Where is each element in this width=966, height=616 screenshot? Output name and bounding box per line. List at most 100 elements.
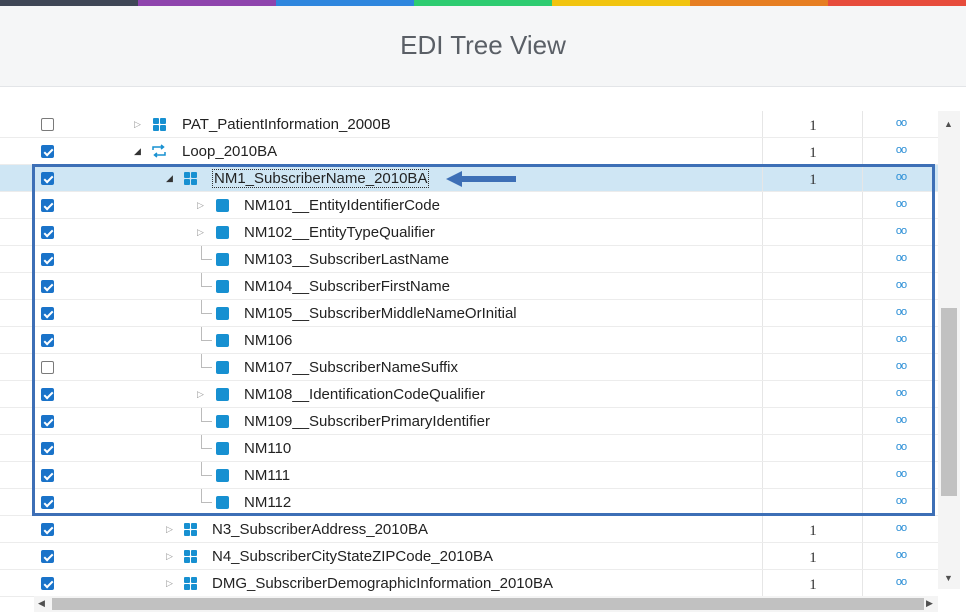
link-icon[interactable]: oo [862, 327, 938, 353]
expand-arrow-icon[interactable]: ▷ [166, 522, 173, 536]
link-icon[interactable]: oo [862, 246, 938, 272]
expand-arrow-icon[interactable]: ▷ [134, 117, 141, 131]
tree-row[interactable]: ▷ PAT_PatientInformation_2000B 1 oo [0, 111, 938, 138]
row-checkbox[interactable] [41, 172, 54, 185]
row-checkbox[interactable] [41, 253, 54, 266]
row-checkbox[interactable] [41, 388, 54, 401]
row-checkbox[interactable] [41, 307, 54, 320]
row-label: NM1_SubscriberName_2010BA [212, 169, 430, 188]
row-checkbox[interactable] [41, 226, 54, 239]
row-checkbox[interactable] [41, 577, 54, 590]
link-icon[interactable]: oo [862, 138, 938, 164]
tree-row[interactable]: NM111 oo [0, 462, 938, 489]
tree-row[interactable]: ▷ NM108__IdentificationCodeQualifier oo [0, 381, 938, 408]
segment-grid-icon [184, 550, 197, 563]
element-square-icon [216, 496, 229, 509]
row-checkbox[interactable] [41, 334, 54, 347]
row-checkbox[interactable] [41, 496, 54, 509]
link-icon[interactable]: oo [862, 300, 938, 326]
tree-row[interactable]: NM109__SubscriberPrimaryIdentifier oo [0, 408, 938, 435]
link-icon[interactable]: oo [862, 192, 938, 218]
page-title: EDI Tree View [400, 30, 566, 60]
tree-row[interactable]: ▷ N3_SubscriberAddress_2010BA 1 oo [0, 516, 938, 543]
link-icon[interactable]: oo [862, 273, 938, 299]
tree-row[interactable]: ▷ NM102__EntityTypeQualifier oo [0, 219, 938, 246]
tree-row[interactable]: ▷ NM101__EntityIdentifierCode oo [0, 192, 938, 219]
link-icon[interactable]: oo [862, 570, 938, 596]
row-checkbox[interactable] [41, 118, 54, 131]
expand-arrow-icon[interactable]: ▷ [166, 576, 173, 590]
tree-row[interactable]: ▷ N4_SubscriberCityStateZIPCode_2010BA 1… [0, 543, 938, 570]
vertical-scroll-thumb[interactable] [941, 308, 957, 496]
tree-connector-line [201, 435, 212, 449]
row-count [762, 300, 863, 326]
horizontal-scroll-thumb[interactable] [52, 598, 924, 610]
row-count [762, 435, 863, 461]
link-icon[interactable]: oo [862, 111, 938, 137]
expand-arrow-icon[interactable]: ▷ [197, 198, 204, 212]
tree-row[interactable]: NM110 oo [0, 435, 938, 462]
link-icon[interactable]: oo [862, 219, 938, 245]
scroll-up-icon[interactable]: ▲ [944, 119, 953, 129]
page-header: EDI Tree View [0, 6, 966, 87]
row-checkbox[interactable] [41, 415, 54, 428]
row-count [762, 246, 863, 272]
expand-arrow-icon[interactable]: ▷ [166, 549, 173, 563]
horizontal-scrollbar[interactable]: ◀ ▶ [34, 596, 938, 612]
link-icon[interactable]: oo [862, 462, 938, 488]
element-square-icon [216, 469, 229, 482]
link-icon[interactable]: oo [862, 489, 938, 515]
link-icon[interactable]: oo [862, 165, 938, 191]
tree-row[interactable]: NM106 oo [0, 327, 938, 354]
row-count [762, 192, 863, 218]
link-icon[interactable]: oo [862, 516, 938, 542]
row-label: NM112 [244, 494, 292, 511]
row-count: 1 [762, 165, 863, 191]
row-label: N4_SubscriberCityStateZIPCode_2010BA [212, 548, 493, 565]
row-label: NM106 [244, 332, 293, 349]
tree-row[interactable]: ▷ DMG_SubscriberDemographicInformation_2… [0, 570, 938, 597]
expand-arrow-icon[interactable]: ▷ [197, 225, 204, 239]
row-count [762, 408, 863, 434]
row-checkbox[interactable] [41, 469, 54, 482]
row-checkbox[interactable] [41, 199, 54, 212]
tree-row[interactable]: NM105__SubscriberMiddleNameOrInitial oo [0, 300, 938, 327]
element-square-icon [216, 334, 229, 347]
row-label: NM102__EntityTypeQualifier [244, 224, 435, 241]
scroll-left-icon[interactable]: ◀ [38, 598, 45, 609]
row-checkbox[interactable] [41, 361, 54, 374]
row-label: NM108__IdentificationCodeQualifier [244, 386, 485, 403]
tree-row[interactable]: NM103__SubscriberLastName oo [0, 246, 938, 273]
tree-row[interactable]: NM107__SubscriberNameSuffix oo [0, 354, 938, 381]
collapse-arrow-icon[interactable]: ◢ [134, 144, 141, 158]
link-icon[interactable]: oo [862, 381, 938, 407]
row-checkbox[interactable] [41, 442, 54, 455]
tree-row[interactable]: ◢ Loop_2010BA 1 oo [0, 138, 938, 165]
tree-connector-line [201, 462, 212, 476]
row-label: NM111 [244, 467, 291, 484]
link-icon[interactable]: oo [862, 354, 938, 380]
scroll-down-icon[interactable]: ▼ [944, 573, 953, 583]
element-square-icon [216, 361, 229, 374]
row-checkbox[interactable] [41, 550, 54, 563]
link-icon[interactable]: oo [862, 543, 938, 569]
row-checkbox[interactable] [41, 145, 54, 158]
expand-arrow-icon[interactable]: ▷ [197, 387, 204, 401]
tree-connector-line [201, 273, 212, 287]
scroll-right-icon[interactable]: ▶ [926, 598, 933, 609]
row-count [762, 327, 863, 353]
element-square-icon [216, 226, 229, 239]
row-checkbox[interactable] [41, 523, 54, 536]
row-label: NM101__EntityIdentifierCode [244, 197, 440, 214]
link-icon[interactable]: oo [862, 435, 938, 461]
element-square-icon [216, 199, 229, 212]
row-label: NM110 [244, 440, 292, 457]
tree-row[interactable]: NM104__SubscriberFirstName oo [0, 273, 938, 300]
collapse-arrow-icon[interactable]: ◢ [166, 171, 173, 185]
link-icon[interactable]: oo [862, 408, 938, 434]
vertical-scrollbar[interactable]: ▲ ▼ [938, 111, 960, 589]
tree-row[interactable]: NM112 oo [0, 489, 938, 516]
row-count [762, 489, 863, 515]
row-count [762, 381, 863, 407]
row-checkbox[interactable] [41, 280, 54, 293]
